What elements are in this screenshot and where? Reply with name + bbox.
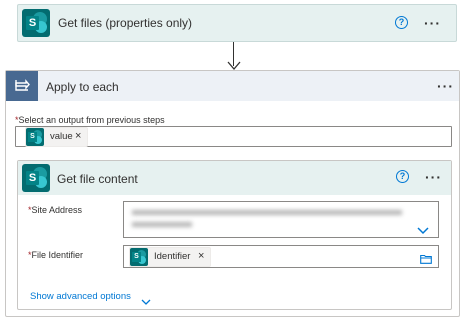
value-token[interactable]: S value × bbox=[25, 127, 88, 147]
output-selector-label: *Select an output from previous steps bbox=[15, 115, 165, 125]
value-token-label: value bbox=[50, 131, 73, 142]
file-identifier-label: *File Identifier bbox=[28, 250, 84, 260]
remove-token-icon[interactable]: × bbox=[75, 130, 81, 142]
help-icon[interactable]: ? bbox=[395, 16, 408, 29]
site-address-label: *Site Address bbox=[28, 205, 83, 215]
help-icon[interactable]: ? bbox=[396, 170, 409, 183]
get-files-card[interactable]: S Get files (properties only) ? ··· bbox=[17, 4, 457, 42]
file-identifier-input[interactable]: S Identifier × bbox=[123, 245, 439, 268]
apply-to-each-header[interactable]: Apply to each ··· bbox=[6, 71, 459, 101]
output-selector-input[interactable]: S value × bbox=[15, 126, 452, 147]
sharepoint-icon: S bbox=[22, 9, 50, 37]
loop-icon bbox=[6, 71, 38, 101]
more-options-icon[interactable]: ··· bbox=[425, 170, 442, 184]
sharepoint-icon: S bbox=[22, 164, 50, 192]
identifier-token[interactable]: S Identifier × bbox=[129, 247, 211, 267]
more-options-icon[interactable]: ··· bbox=[437, 79, 454, 93]
show-advanced-options-label: Show advanced options bbox=[30, 291, 131, 302]
get-file-content-title: Get file content bbox=[57, 172, 138, 186]
chevron-down-icon[interactable] bbox=[417, 222, 429, 235]
apply-to-each-container: Apply to each ··· *Select an output from… bbox=[5, 70, 460, 317]
more-options-icon[interactable]: ··· bbox=[424, 16, 441, 30]
get-file-content-header[interactable]: S Get file content ? ··· bbox=[18, 161, 451, 195]
sharepoint-icon: S bbox=[26, 128, 44, 146]
site-address-value-blurred bbox=[132, 208, 412, 230]
identifier-token-label: Identifier bbox=[154, 251, 191, 262]
apply-to-each-title: Apply to each bbox=[46, 80, 119, 94]
remove-token-icon[interactable]: × bbox=[198, 250, 204, 262]
get-file-content-card: S Get file content ? ··· *Site Address *… bbox=[17, 160, 452, 310]
show-advanced-options-link[interactable]: Show advanced options bbox=[30, 286, 151, 305]
sharepoint-icon: S bbox=[130, 248, 148, 266]
connector-arrow-icon bbox=[226, 58, 242, 70]
get-files-title: Get files (properties only) bbox=[58, 16, 193, 30]
chevron-down-icon bbox=[141, 292, 151, 305]
folder-icon[interactable] bbox=[420, 251, 432, 264]
site-address-dropdown[interactable] bbox=[123, 201, 439, 238]
